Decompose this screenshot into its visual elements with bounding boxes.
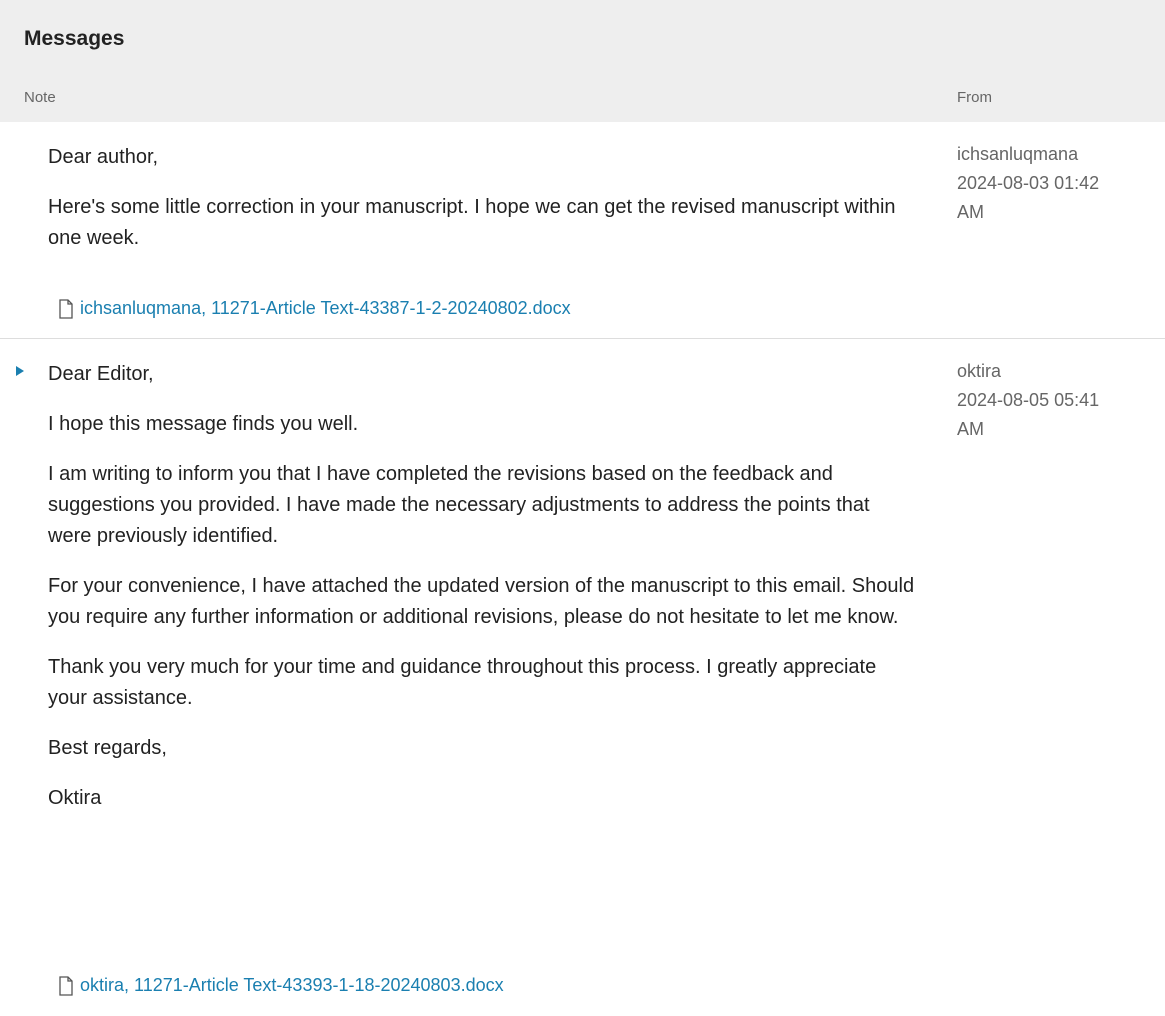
message-paragraph: I am writing to inform you that I have c… xyxy=(48,463,870,547)
column-header-from: From xyxy=(957,89,992,106)
message-note: Dear Editor, I hope this message finds y… xyxy=(48,359,918,833)
message-paragraph: Dear author, xyxy=(48,146,159,168)
message-author: ichsanluqmana xyxy=(957,144,1079,164)
message-meta: ichsanluqmana 2024-08-03 01:42 AM xyxy=(957,140,1137,227)
message-meta: oktira 2024-08-05 05:41 AM xyxy=(957,357,1137,444)
message-date: 2024-08-05 05:41 AM xyxy=(957,390,1100,439)
message-paragraph: Here's some little correction in your ma… xyxy=(48,196,896,249)
column-header-note: Note xyxy=(24,89,56,106)
message-row: Dear author, Here's some little correcti… xyxy=(0,122,1165,339)
message-paragraph: Best regards, xyxy=(48,737,167,759)
triangle-right-icon[interactable] xyxy=(16,366,24,376)
message-row: Dear Editor, I hope this message finds y… xyxy=(0,339,1165,1016)
message-paragraph: Thank you very much for your time and gu… xyxy=(48,656,877,709)
message-date: 2024-08-03 01:42 AM xyxy=(957,173,1100,222)
messages-panel: Messages Note From Dear author, Here's s… xyxy=(0,0,1165,1016)
message-paragraph: Dear Editor, xyxy=(48,363,154,385)
message-paragraph: I hope this message finds you well. xyxy=(48,413,359,435)
attachment-filename: ichsanluqmana, 11271-Article Text-43387-… xyxy=(80,298,571,318)
message-paragraph: Oktira xyxy=(48,787,102,809)
attachment-link[interactable]: oktira, 11271-Article Text-43393-1-18-20… xyxy=(58,975,504,996)
panel-header: Messages Note From xyxy=(0,0,1165,122)
message-author: oktira xyxy=(957,361,1002,381)
file-icon xyxy=(59,298,73,319)
attachment-link[interactable]: ichsanluqmana, 11271-Article Text-43387-… xyxy=(58,298,571,319)
panel-title: Messages xyxy=(24,27,125,50)
message-paragraph: For your convenience, I have attached th… xyxy=(48,575,915,628)
file-icon xyxy=(59,975,73,996)
attachment-filename: oktira, 11271-Article Text-43393-1-18-20… xyxy=(80,975,504,995)
message-note: Dear author, Here's some little correcti… xyxy=(48,142,918,273)
